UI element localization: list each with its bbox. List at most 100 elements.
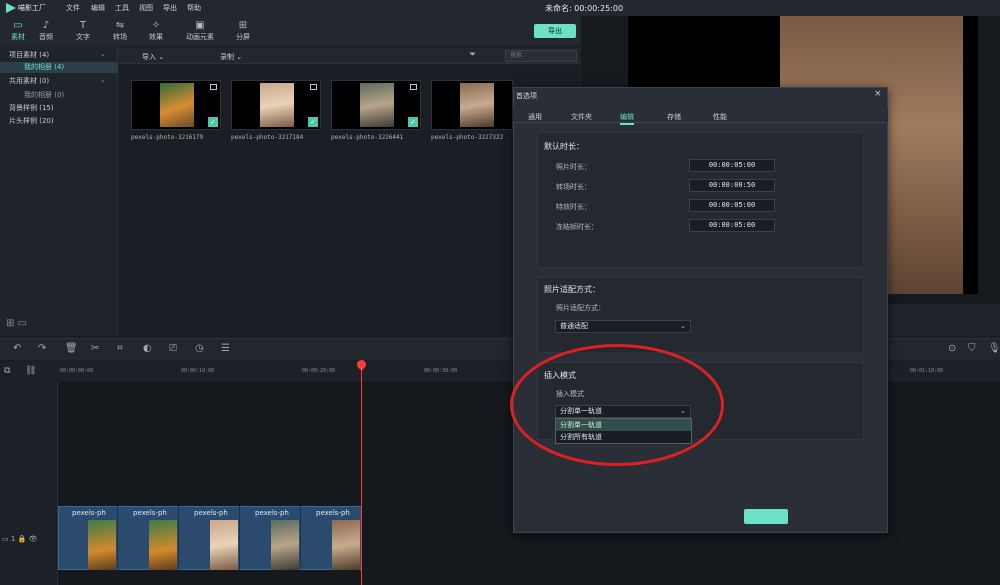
menu-view[interactable]: 视图 <box>139 3 153 13</box>
photo-duration-input[interactable]: 00:00:05:00 <box>689 159 775 172</box>
effect-icon: ✧ <box>151 20 161 31</box>
thumbnail-label: pexels-photo-3216179 <box>131 134 204 141</box>
clip-thumbnail <box>88 520 116 570</box>
menu-help[interactable]: 帮助 <box>187 3 201 13</box>
transition-duration-input[interactable]: 00:00:00:50 <box>689 179 775 192</box>
clip-label: pexels-ph <box>255 509 289 517</box>
crop-icon[interactable]: ⌗ <box>117 343 123 354</box>
tab-folder[interactable]: 文件夹 <box>571 112 592 122</box>
image-icon: ▣ <box>195 20 205 31</box>
menu-file[interactable]: 文件 <box>66 3 80 13</box>
photo-fit-select[interactable]: 普通适配 ⌄ <box>555 320 691 333</box>
track-header <box>0 382 58 585</box>
thumbnail-image <box>460 83 494 127</box>
speed-icon[interactable]: ◷ <box>195 343 204 354</box>
timeline-clip[interactable]: pexels-ph <box>58 506 118 570</box>
tab-general[interactable]: 通用 <box>528 112 542 122</box>
tab-split-screen[interactable]: ⊞ 分屏 <box>225 20 261 42</box>
photo-fit-label: 照片适配方式： <box>556 304 605 312</box>
image-icon <box>210 84 217 90</box>
add-track-icon[interactable]: ⧉ <box>4 366 10 376</box>
library-item-project[interactable]: 项目素材 (4) <box>9 50 49 60</box>
record-dropdown[interactable]: 录制 ⌄ <box>220 52 242 62</box>
tab-text[interactable]: T 文字 <box>65 20 101 42</box>
tab-text-label: 文字 <box>76 33 90 41</box>
tab-split-label: 分屏 <box>236 33 250 41</box>
section-title: 默认时长： <box>544 142 584 151</box>
color-icon[interactable]: ◐ <box>143 343 152 354</box>
media-thumbnail[interactable]: ✓ <box>131 80 221 130</box>
timeline-clip[interactable]: pexels-ph <box>302 506 362 570</box>
search-input[interactable]: 搜索 <box>505 50 577 62</box>
media-thumbnail[interactable] <box>431 80 513 130</box>
transition-duration-label: 转场时长： <box>556 183 591 191</box>
chevron-down-icon[interactable]: ⌄ <box>100 76 106 84</box>
timeline-clip[interactable]: pexels-ph <box>241 506 301 570</box>
media-thumbnail[interactable]: ✓ <box>331 80 421 130</box>
undo-icon[interactable]: ↶ <box>13 343 21 354</box>
library-item-background[interactable]: 背景样例 (15) <box>9 103 54 113</box>
new-folder-icon[interactable]: ⊞ ▭ <box>6 318 27 329</box>
media-thumbnail[interactable]: ✓ <box>231 80 321 130</box>
timeline-clip[interactable]: pexels-ph <box>119 506 179 570</box>
ruler-tick: 00:00:30:00 <box>424 368 458 374</box>
thumbnail-label: pexels-photo-3227322 <box>431 134 504 141</box>
app-logo: 喵影工厂 <box>6 2 50 14</box>
adjust-icon[interactable]: ☰ <box>221 343 230 354</box>
marker-icon[interactable]: ⛉ <box>968 343 976 354</box>
lock-icon[interactable]: 🔒 <box>18 535 27 543</box>
effect-duration-label: 特效时长： <box>556 203 591 211</box>
ruler-tick: 00:00:10:00 <box>181 368 215 374</box>
clip-thumbnail <box>210 520 238 570</box>
logo-text: 喵影工厂 <box>18 4 46 12</box>
tab-elements[interactable]: ▣ 动画元素 <box>180 20 220 42</box>
clip-thumbnail <box>271 520 299 570</box>
render-icon[interactable]: ⊙ <box>948 343 956 354</box>
photo-fit-value: 普通适配 <box>560 322 588 330</box>
library-item-my-album-shared[interactable]: 我的相册 (0) <box>24 90 64 100</box>
library-item-shared[interactable]: 共用素材 (0) <box>9 76 49 86</box>
import-dropdown[interactable]: 导入 ⌄ <box>142 52 164 62</box>
check-icon: ✓ <box>208 117 218 127</box>
video-track-header: ▭ 1 🔒 👁 <box>2 535 38 543</box>
menu-tools[interactable]: 工具 <box>115 3 129 13</box>
tab-elements-label: 动画元素 <box>186 33 214 41</box>
menu-export[interactable]: 导出 <box>163 3 177 13</box>
section-title: 照片适配方式： <box>544 285 600 294</box>
menu-edit[interactable]: 编辑 <box>91 3 105 13</box>
playhead[interactable] <box>361 360 362 585</box>
library-item-intro[interactable]: 片头样例 (20) <box>9 116 54 126</box>
tab-media-label: 素材 <box>11 33 25 41</box>
tab-transition[interactable]: ⇋ 转场 <box>102 20 138 42</box>
tab-edit[interactable]: 编辑 <box>620 112 634 125</box>
tab-transition-label: 转场 <box>113 33 127 41</box>
redo-icon[interactable]: ↷ <box>38 343 46 354</box>
library-item-my-album[interactable]: 我的相册 (4) <box>0 62 118 73</box>
ruler-tick: 00:01:10:00 <box>910 368 944 374</box>
cut-icon[interactable]: ✂ <box>91 343 99 354</box>
track-number: 1 <box>10 535 16 543</box>
tab-performance[interactable]: 性能 <box>713 112 727 122</box>
mic-icon[interactable]: 🎙 <box>988 343 1000 354</box>
export-button[interactable]: 导出 <box>534 24 576 38</box>
clip-label: pexels-ph <box>133 509 167 517</box>
freeze-frame-duration-input[interactable]: 00:00:05:00 <box>689 219 775 232</box>
timeline-clip[interactable]: pexels-ph <box>180 506 240 570</box>
tab-storage[interactable]: 存储 <box>667 112 681 122</box>
chevron-down-icon[interactable]: ⌄ <box>100 50 106 58</box>
dialog-title: 首选项 <box>516 92 537 100</box>
close-icon[interactable]: × <box>874 89 882 99</box>
eye-icon[interactable]: 👁 <box>29 535 38 543</box>
clip-thumbnail <box>332 520 360 570</box>
text-icon: T <box>79 20 87 31</box>
link-icon[interactable]: ⛓ <box>25 366 36 376</box>
tab-audio-label: 音频 <box>39 33 53 41</box>
delete-icon[interactable]: 🗑 <box>65 343 78 354</box>
filter-icon[interactable]: ⏷ <box>469 50 476 60</box>
clip-label: pexels-ph <box>194 509 228 517</box>
tab-effect[interactable]: ✧ 效果 <box>138 20 174 42</box>
ok-button[interactable] <box>744 509 788 524</box>
tab-audio[interactable]: ♪ 音频 <box>28 20 64 42</box>
effect-duration-input[interactable]: 00:00:05:00 <box>689 199 775 212</box>
snapshot-icon[interactable]: ⎚ <box>169 343 177 354</box>
